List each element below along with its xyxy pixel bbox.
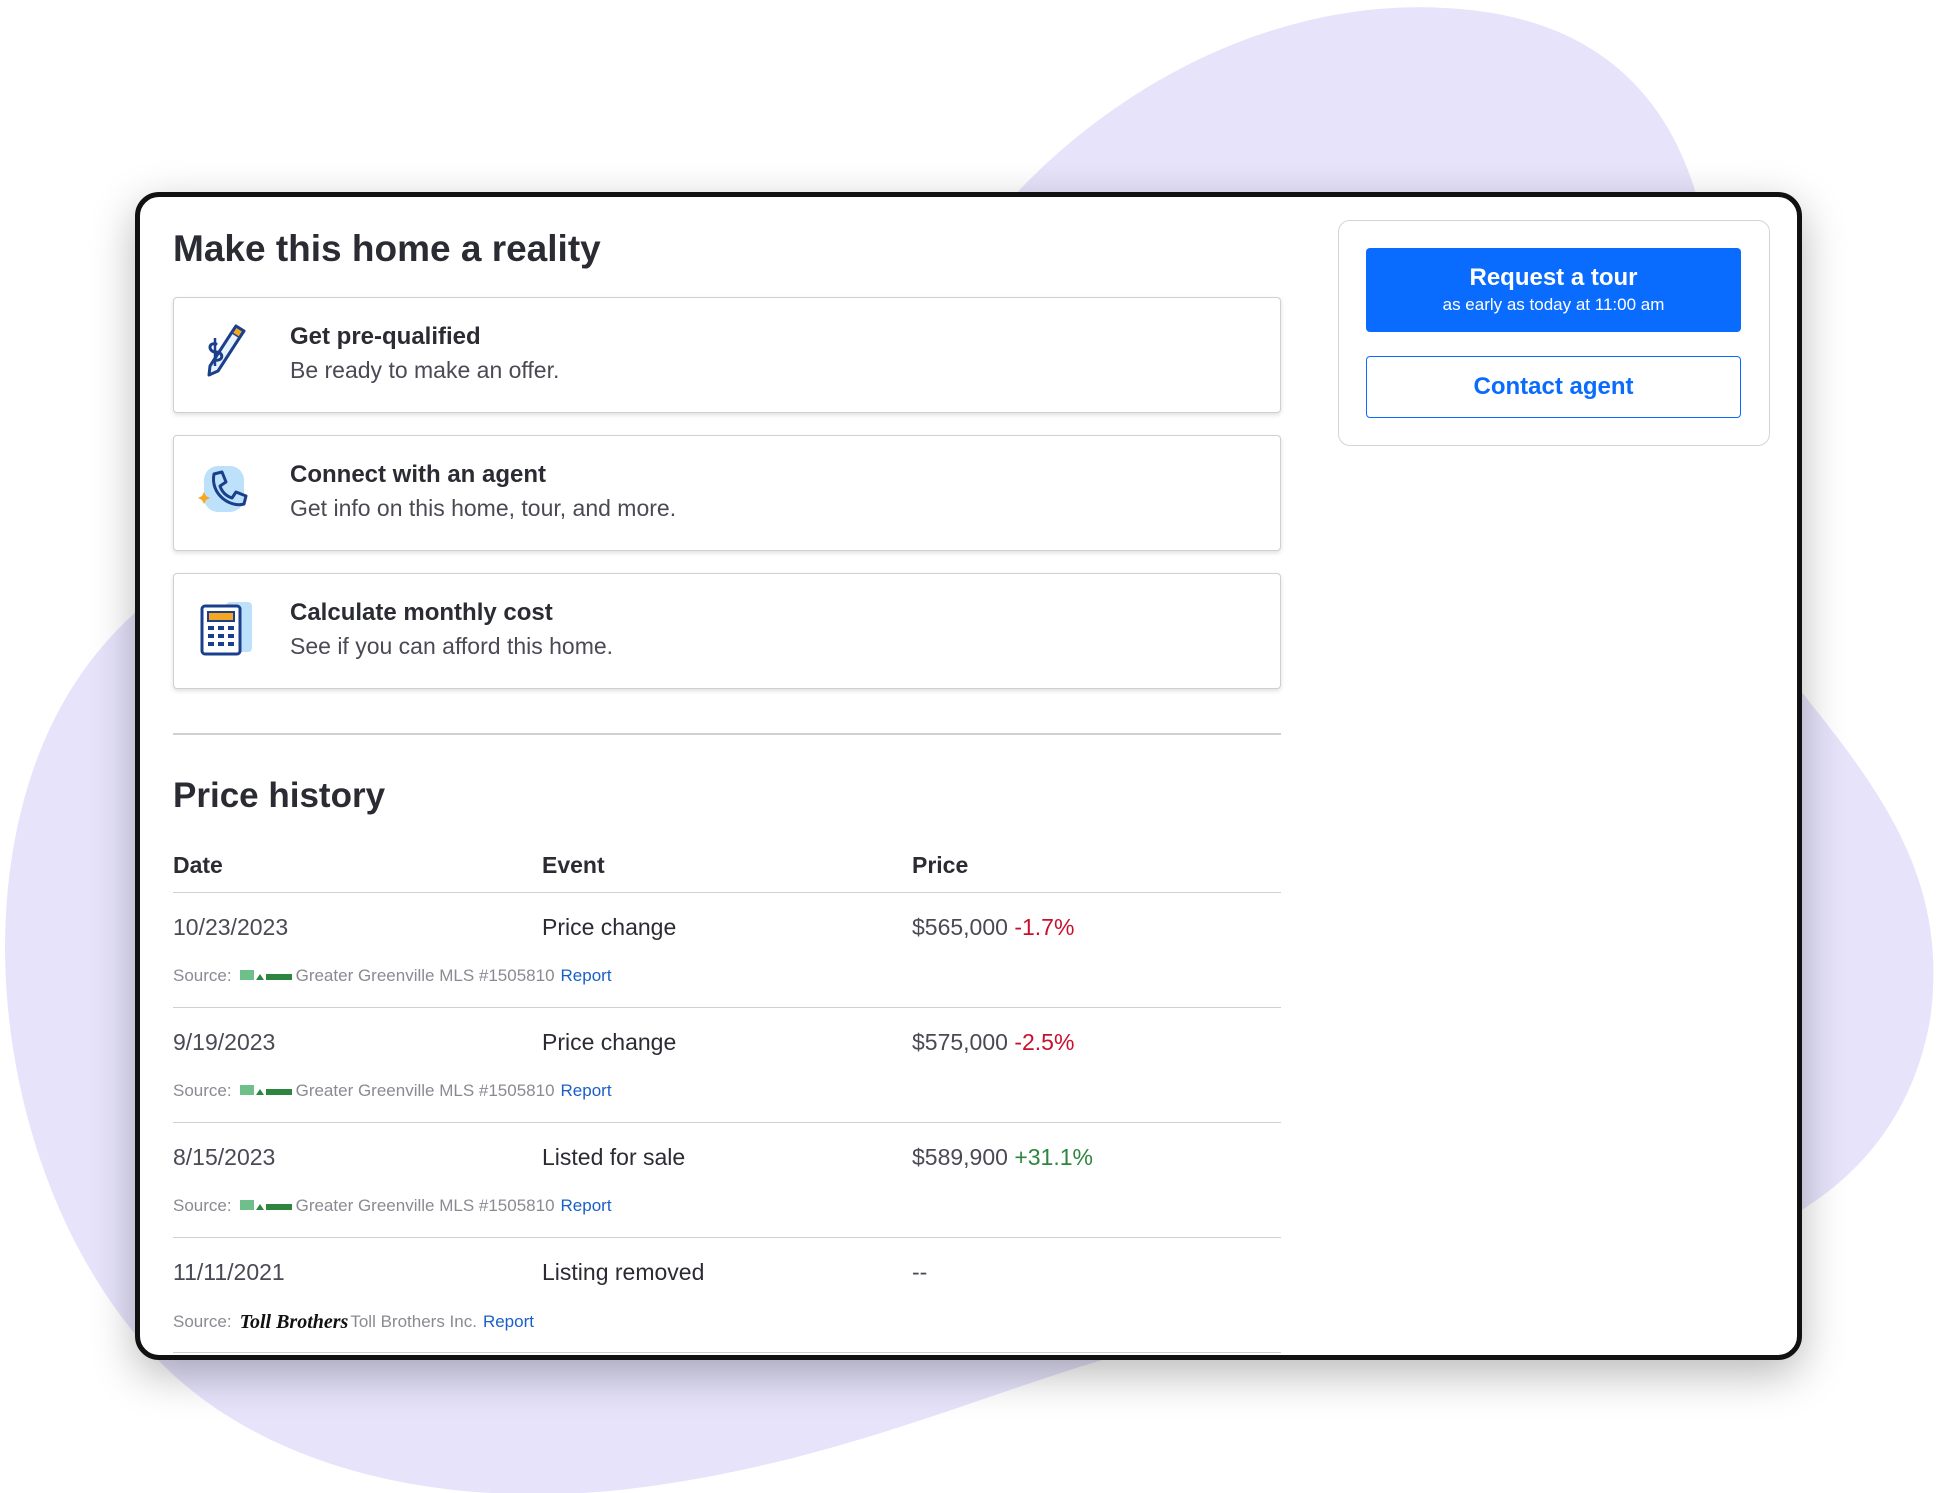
row-change: -1.7% [1014,913,1075,940]
card-subtitle: See if you can afford this home. [290,633,614,659]
report-link[interactable]: Report [561,1196,612,1216]
request-tour-button[interactable]: Request a tour as early as today at 11:0… [1366,248,1741,332]
source-name: Greater Greenville MLS #1505810 [295,1195,555,1215]
row-event: Listing removed [542,1258,705,1285]
card-subtitle: Be ready to make an offer. [290,357,560,383]
price-history-title: Price history [173,775,386,815]
source-label: Source: [173,1312,232,1331]
report-link[interactable]: Report [561,966,612,986]
phone-icon [198,466,248,512]
row-price: $575,000 [912,1028,1008,1055]
row-source: Source: Greater Greenville MLS #1505810 … [173,966,612,986]
row-price: $565,000 [912,913,1008,940]
row-date: 11/11/2021 [173,1258,285,1285]
row-change: +31.1% [1014,1143,1093,1170]
mls-logo-icon [239,968,292,984]
section-divider [173,733,1281,735]
main-column: Make this home a reality Get pre-qualifi… [173,227,1281,1353]
row-source: Source: Greater Greenville MLS #1505810 … [173,1081,612,1101]
table-row: 9/19/2023 Price change $575,000 -2.5% So… [173,1008,1281,1123]
card-title: Connect with an agent [290,461,547,488]
get-prequalified-card[interactable]: Get pre-qualified Be ready to make an of… [173,297,1281,413]
source-name: Greater Greenville MLS #1505810 [295,965,555,985]
source-label: Source: [173,1080,232,1100]
connect-agent-card[interactable]: Connect with an agent Get info on this h… [173,435,1281,551]
contact-agent-button[interactable]: Contact agent [1366,356,1741,418]
row-date: 8/15/2023 [173,1143,276,1170]
row-price: -- [912,1258,928,1285]
request-tour-label: Request a tour [1469,264,1638,291]
source-name: Greater Greenville MLS #1505810 [295,1080,555,1100]
table-row: 11/11/2021 Listing removed -- Source: To… [173,1238,1281,1353]
table-row: 8/15/2023 Listed for sale $589,900 +31.1… [173,1123,1281,1238]
row-change: -2.5% [1014,1028,1075,1055]
mls-logo-icon [239,1083,292,1099]
row-source: Source: Toll Brothers Toll Brothers Inc.… [173,1311,534,1334]
calculate-cost-card[interactable]: Calculate monthly cost See if you can af… [173,573,1281,689]
mls-logo-icon [239,1198,292,1214]
row-event: Price change [542,1028,677,1055]
toll-brothers-logo: Toll Brothers [239,1310,349,1333]
contact-sidebar: Request a tour as early as today at 11:0… [1338,220,1770,446]
column-header-event: Event [542,851,605,878]
column-header-price: Price [912,851,969,878]
column-header-date: Date [173,851,223,878]
price-history-header: Date Event Price [173,848,1281,893]
source-label: Source: [173,1195,232,1215]
row-price-cell: $575,000 -2.5% [912,1029,1074,1056]
calculator-icon [200,602,252,656]
row-price-cell: $565,000 -1.7% [912,914,1074,941]
card-subtitle: Get info on this home, tour, and more. [290,495,677,521]
row-price: $589,900 [912,1143,1008,1170]
row-date: 9/19/2023 [173,1028,276,1055]
section-title: Make this home a reality [173,228,601,269]
row-event: Listed for sale [542,1143,686,1170]
report-link[interactable]: Report [483,1312,534,1332]
source-label: Source: [173,965,232,985]
app-window: Make this home a reality Get pre-qualifi… [135,192,1802,1360]
report-link[interactable]: Report [561,1081,612,1101]
card-title: Get pre-qualified [290,323,481,350]
request-tour-sublabel: as early as today at 11:00 am [1442,295,1665,314]
row-source: Source: Greater Greenville MLS #1505810 … [173,1196,612,1216]
pencil-dollar-icon [207,324,246,377]
source-name: Toll Brothers Inc. [350,1312,477,1331]
row-price-cell: $589,900 +31.1% [912,1144,1093,1171]
card-title: Calculate monthly cost [290,599,553,626]
table-row: 10/23/2023 Price change $565,000 -1.7% S… [173,893,1281,1008]
row-date: 10/23/2023 [173,913,289,940]
row-event: Price change [542,913,677,940]
